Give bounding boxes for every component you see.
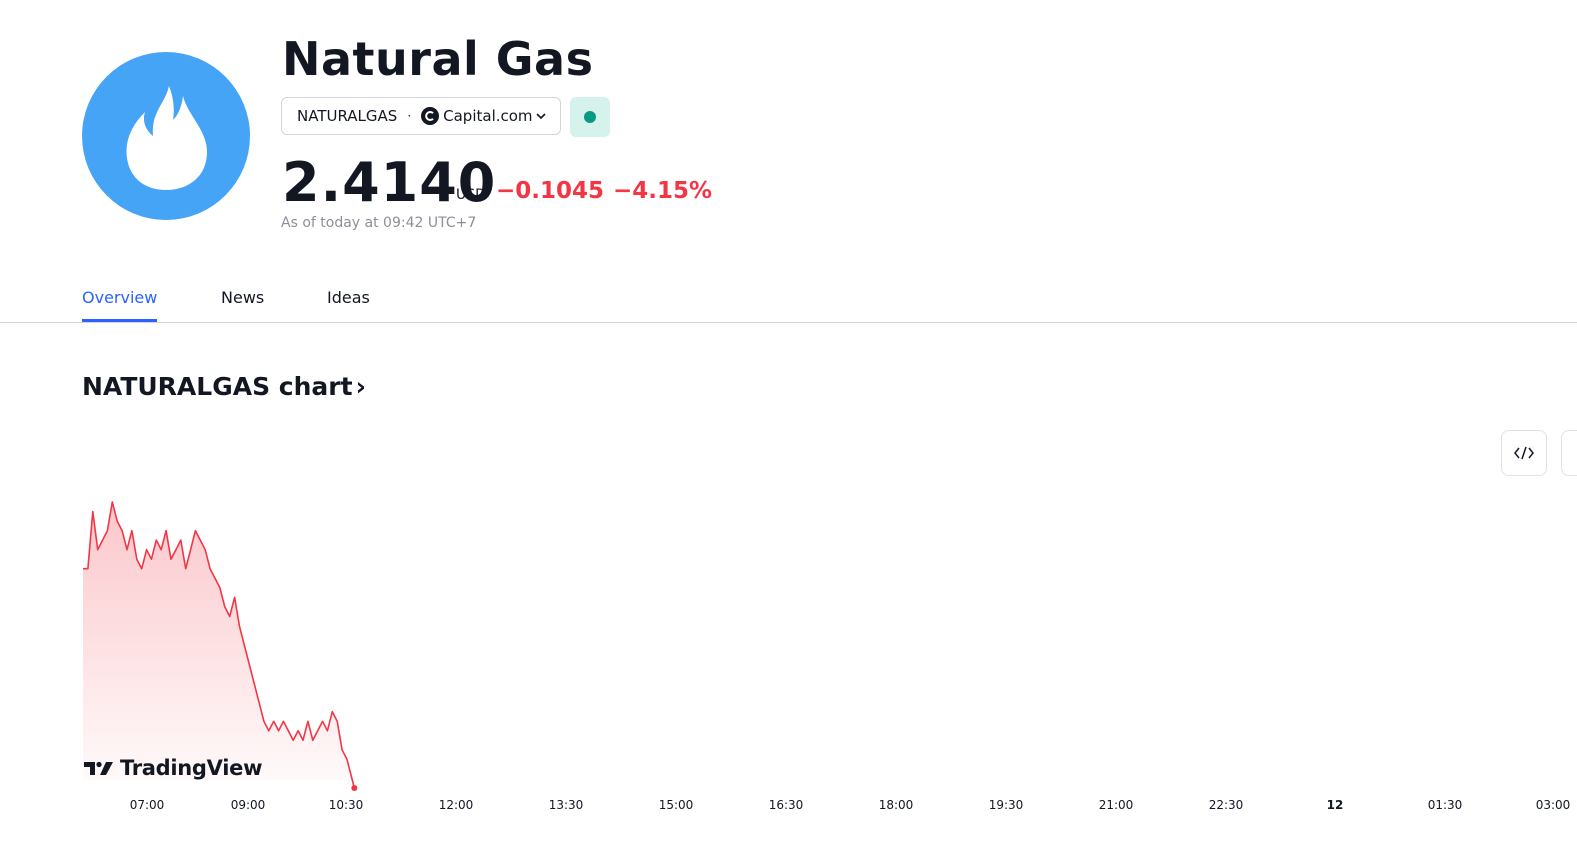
price-currency: USD xyxy=(456,187,486,203)
symbol-name: NATURALGAS xyxy=(297,107,398,125)
x-tick-label: 16:30 xyxy=(769,798,804,812)
x-tick-label: 03:00 xyxy=(1536,798,1571,812)
market-status-button[interactable] xyxy=(570,97,610,137)
tradingview-logo-icon xyxy=(84,761,113,775)
price-change: −0.1045 −4.15% xyxy=(496,178,712,204)
tab-ideas[interactable]: Ideas xyxy=(327,288,370,319)
last-price: 2.4140 xyxy=(282,151,497,214)
tab-overview[interactable]: Overview xyxy=(82,288,158,322)
x-tick-label: 22:30 xyxy=(1209,798,1244,812)
x-tick-label: 21:00 xyxy=(1099,798,1134,812)
x-tick-label: 19:30 xyxy=(989,798,1024,812)
flame-icon xyxy=(126,86,207,190)
x-tick-label: 18:00 xyxy=(879,798,914,812)
chart-title-text: NATURALGAS chart xyxy=(82,372,353,401)
chart-title-link[interactable]: NATURALGAS chart › xyxy=(82,372,366,401)
x-tick-label: 12:00 xyxy=(439,798,474,812)
x-tick-label: 09:00 xyxy=(231,798,266,812)
chevron-right-icon: › xyxy=(355,372,366,401)
x-tick-label: 12 xyxy=(1327,798,1344,812)
last-price-marker xyxy=(351,785,358,791)
symbol-logo xyxy=(82,52,250,220)
chevron-down-icon xyxy=(534,109,548,123)
x-tick-label: 07:00 xyxy=(130,798,165,812)
code-icon xyxy=(1514,446,1534,460)
change-value: −0.1045 xyxy=(496,178,605,204)
tab-news[interactable]: News xyxy=(221,288,264,319)
market-open-indicator-icon xyxy=(584,111,596,123)
separator-dot: · xyxy=(407,109,412,123)
broker-name: Capital.com xyxy=(443,107,533,125)
x-tick-label: 15:00 xyxy=(659,798,694,812)
x-tick-label: 13:30 xyxy=(549,798,584,812)
change-percent: −4.15% xyxy=(613,178,713,204)
chart-settings-button[interactable] xyxy=(1561,430,1577,476)
tradingview-wordmark: TradingView xyxy=(120,756,263,780)
x-tick-label: 01:30 xyxy=(1428,798,1463,812)
page-title: Natural Gas xyxy=(282,32,594,86)
x-tick-label: 10:30 xyxy=(329,798,364,812)
last-update-time: As of today at 09:42 UTC+7 xyxy=(281,215,477,231)
x-axis: 07:00 09:00 10:30 12:00 13:30 15:00 16:30 18:00… xyxy=(130,798,1571,812)
symbol-tabs: Overview News Ideas xyxy=(0,272,1577,323)
tradingview-watermark[interactable]: TradingView xyxy=(84,756,262,780)
price-area-fill xyxy=(83,502,355,788)
capital-com-icon xyxy=(421,107,440,125)
embed-code-button[interactable] xyxy=(1501,430,1547,476)
symbol-exchange-dropdown[interactable]: NATURALGAS · Capital.com xyxy=(281,97,561,135)
